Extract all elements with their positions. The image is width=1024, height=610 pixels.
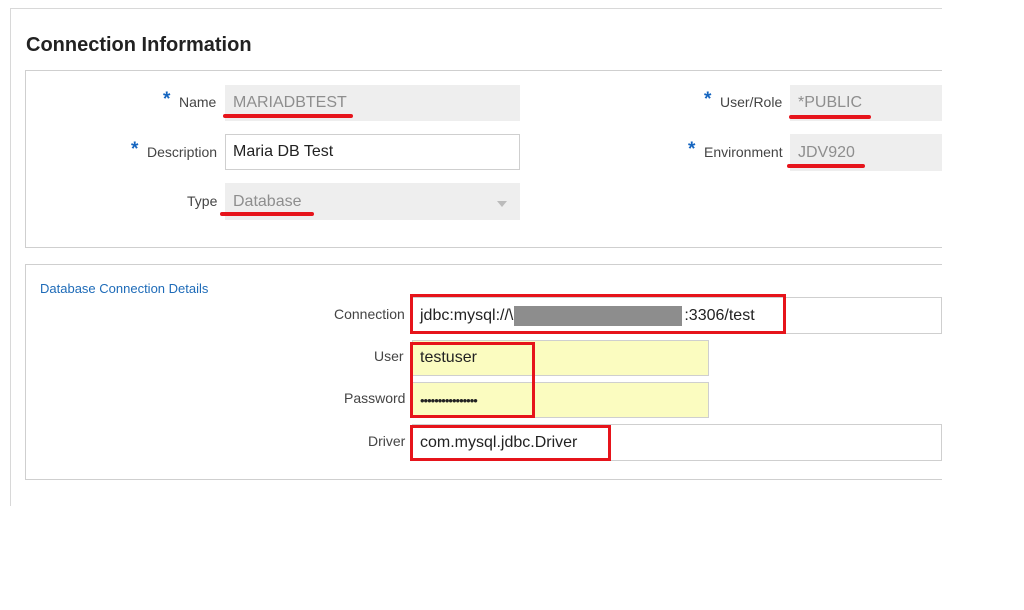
description-field[interactable]: Maria DB Test [225,134,520,170]
annotation-underline [223,114,353,118]
page-title: Connection Information [26,34,252,56]
user-role-value: *PUBLIC [798,94,863,111]
environment-label: Environment [704,144,783,160]
required-marker: * [704,89,712,110]
annotation-box [410,294,786,334]
annotation-underline [789,115,871,119]
description-label: Description [147,144,218,160]
annotation-box [410,342,535,418]
user-role-label: User/Role [720,94,783,110]
annotation-underline [220,212,314,216]
environment-value: JDV920 [798,143,855,161]
type-label: Type [187,193,218,209]
name-label: Name [179,94,217,110]
password-label: Password [344,390,406,406]
description-value: Maria DB Test [233,143,334,160]
annotation-box [410,425,611,461]
required-marker: * [163,89,171,110]
annotation-underline [787,164,865,168]
name-value: MARIADBTEST [233,94,347,111]
connection-label: Connection [334,306,405,322]
type-value: Database [233,192,302,210]
driver-label: Driver [368,433,406,449]
required-marker: * [688,139,696,160]
db-details-section-title[interactable]: Database Connection Details [40,281,208,296]
user-label: User [374,348,404,364]
chevron-down-icon [497,201,507,207]
required-marker: * [131,139,139,160]
